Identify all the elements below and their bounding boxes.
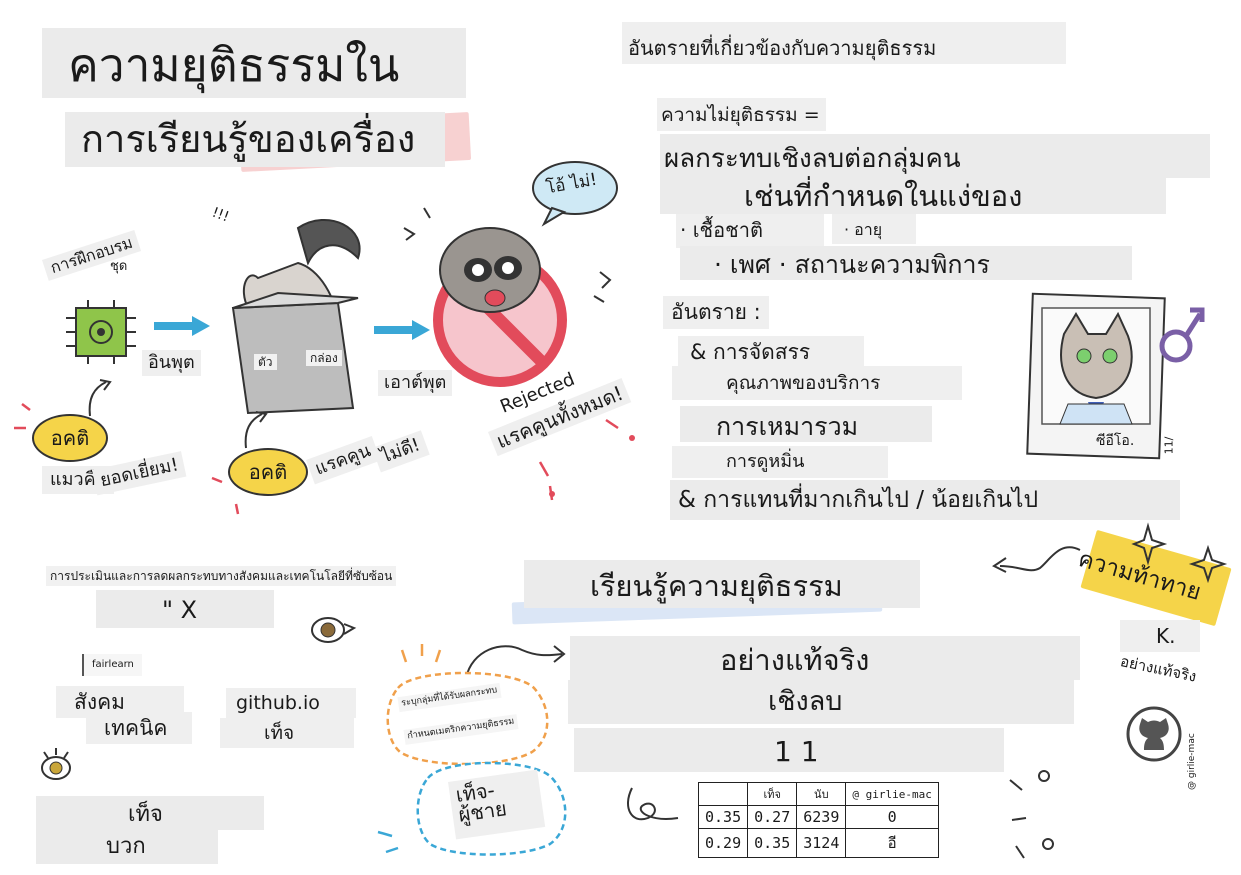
decor-marks bbox=[14, 207, 1054, 859]
